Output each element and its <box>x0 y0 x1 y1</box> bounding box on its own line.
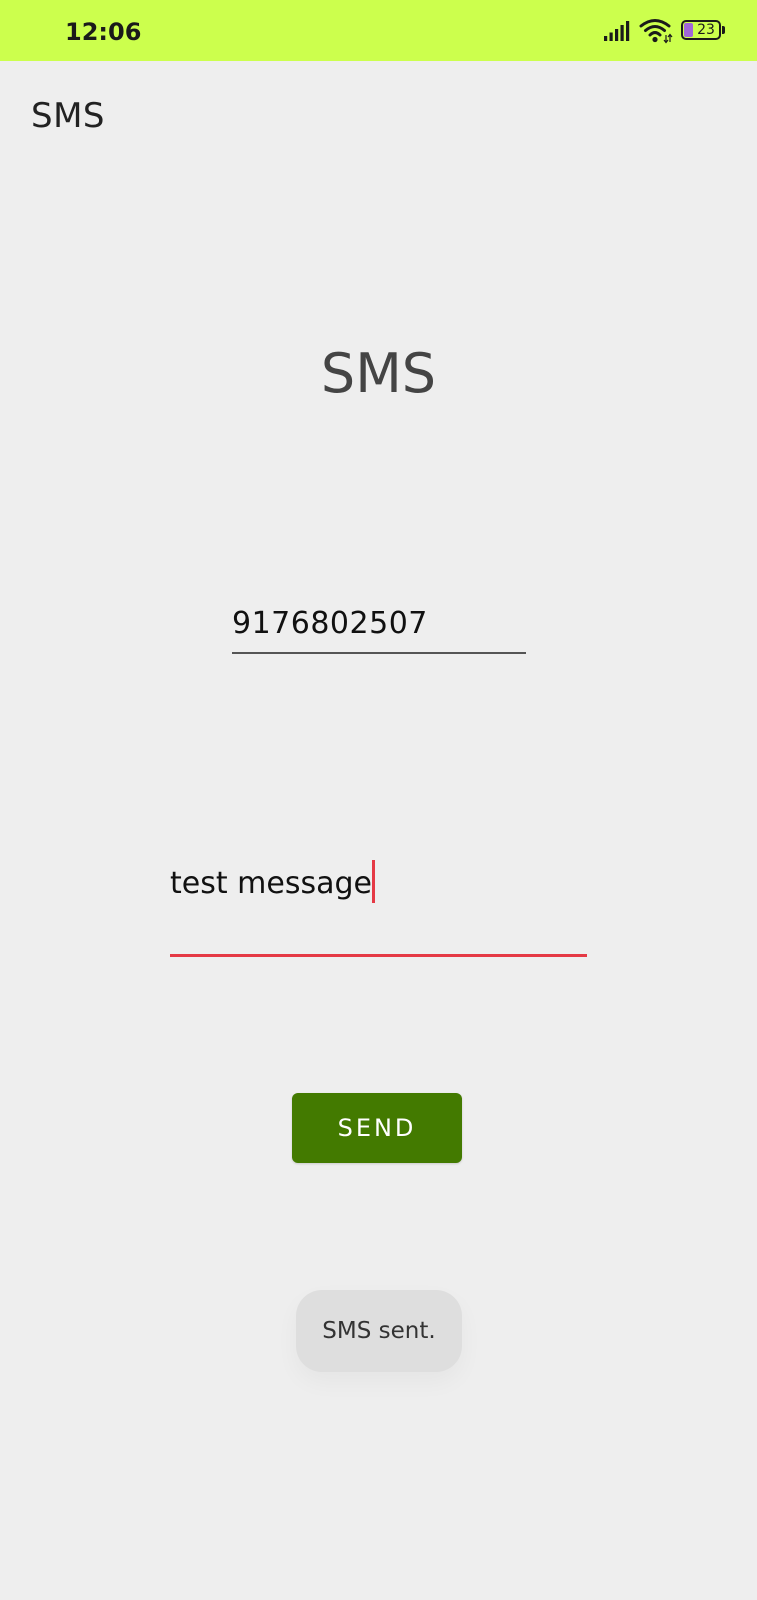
phone-number-input[interactable]: 9176802507 <box>232 606 526 654</box>
page-heading: SMS <box>320 342 437 405</box>
wifi-icon <box>639 19 673 44</box>
status-time: 12:06 <box>65 18 142 46</box>
message-value: test message <box>170 866 372 901</box>
battery-icon: 23 <box>681 20 727 42</box>
send-button[interactable]: SEND <box>292 1093 462 1163</box>
toast-message: SMS sent. <box>296 1290 462 1372</box>
app-bar-title: SMS <box>31 96 105 136</box>
battery-level: 23 <box>697 22 715 38</box>
battery-fill <box>684 23 693 37</box>
status-icons: 23 <box>603 18 727 44</box>
status-bar: 12:06 23 <box>0 0 757 61</box>
message-input[interactable]: test message <box>170 860 587 957</box>
text-cursor <box>371 860 375 903</box>
signal-icon <box>604 21 630 41</box>
phone-number-value: 9176802507 <box>232 606 428 641</box>
